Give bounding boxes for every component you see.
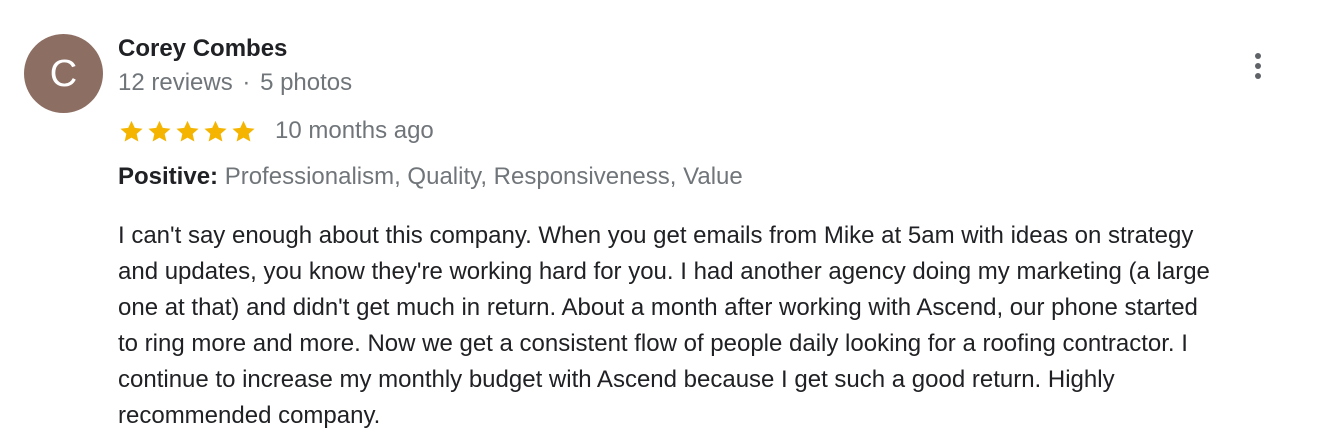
photo-count: 5 photos: [260, 69, 353, 96]
review-attributes: Positive: Professionalism, Quality, Resp…: [118, 162, 743, 192]
review-text-line: recommended company.: [118, 402, 381, 429]
review-text-line: continue to increase my monthly budget w…: [118, 366, 1115, 393]
review-text-line: to ring more and more. Now we get a cons…: [118, 330, 1188, 357]
avatar-initial: C: [49, 52, 78, 95]
star-icon: [230, 118, 257, 145]
review-text: I can't say enough about this company. W…: [118, 218, 1308, 434]
review-text-line: and updates, you know they're working ha…: [118, 258, 1210, 285]
reviewer-meta: 12 reviews · 5 photos: [118, 68, 352, 98]
review-age: 10 months ago: [275, 117, 434, 144]
attributes-label: Positive:: [118, 163, 219, 190]
star-icon: [202, 118, 229, 145]
attributes-values: Professionalism, Quality, Responsiveness…: [224, 163, 743, 190]
star-rating: [118, 118, 257, 145]
reviewer-avatar[interactable]: C: [24, 34, 103, 113]
review-text-line: I can't say enough about this company. W…: [118, 222, 1194, 249]
review-count: 12 reviews: [118, 69, 233, 96]
meta-separator: ·: [242, 69, 251, 96]
star-icon: [174, 118, 201, 145]
star-icon: [146, 118, 173, 145]
rating-row: 10 months ago: [118, 116, 434, 146]
more-options-button[interactable]: [1240, 46, 1276, 86]
reviewer-name[interactable]: Corey Combes: [118, 34, 287, 64]
star-icon: [118, 118, 145, 145]
more-vert-icon: [1255, 53, 1261, 79]
review-text-line: one at that) and didn't get much in retu…: [118, 294, 1198, 321]
